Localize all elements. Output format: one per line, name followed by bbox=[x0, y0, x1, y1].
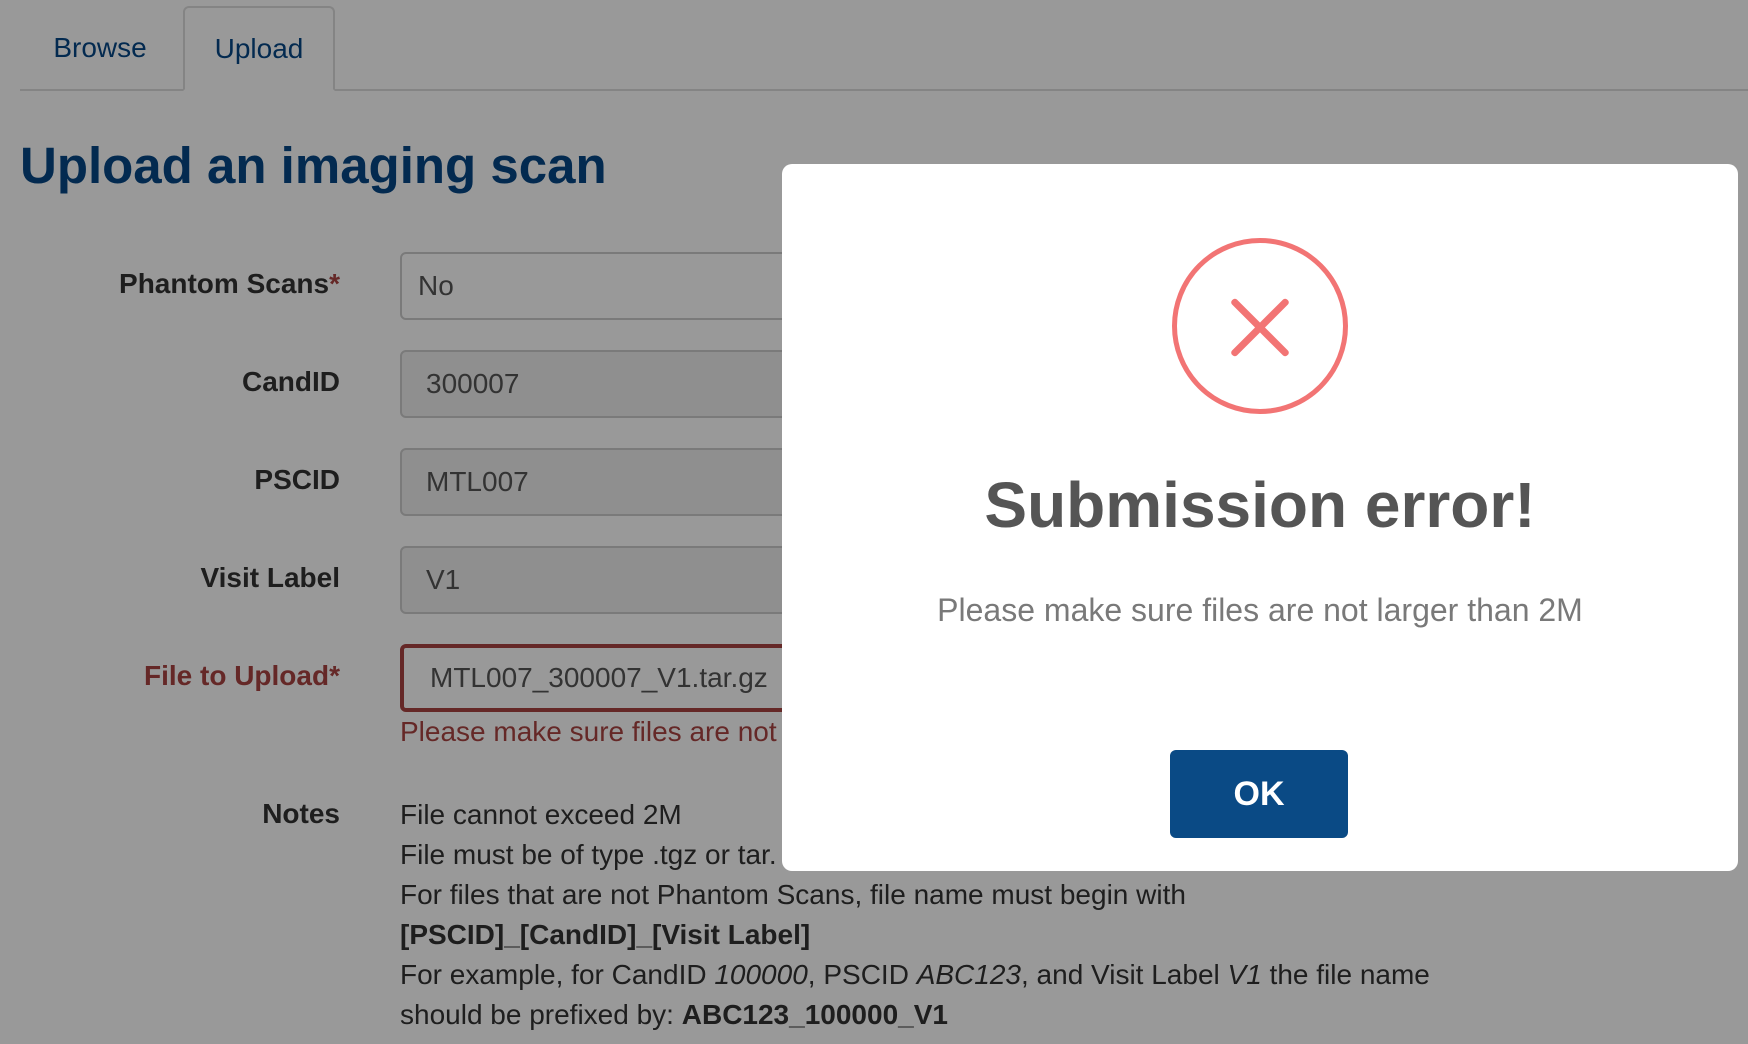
submission-error-dialog: Submission error! Please make sure files… bbox=[782, 164, 1738, 871]
dialog-message: Please make sure files are not larger th… bbox=[937, 592, 1583, 628]
error-x-icon bbox=[1172, 238, 1348, 414]
dialog-title: Submission error! bbox=[984, 469, 1536, 541]
ok-button[interactable]: OK bbox=[1170, 750, 1348, 838]
